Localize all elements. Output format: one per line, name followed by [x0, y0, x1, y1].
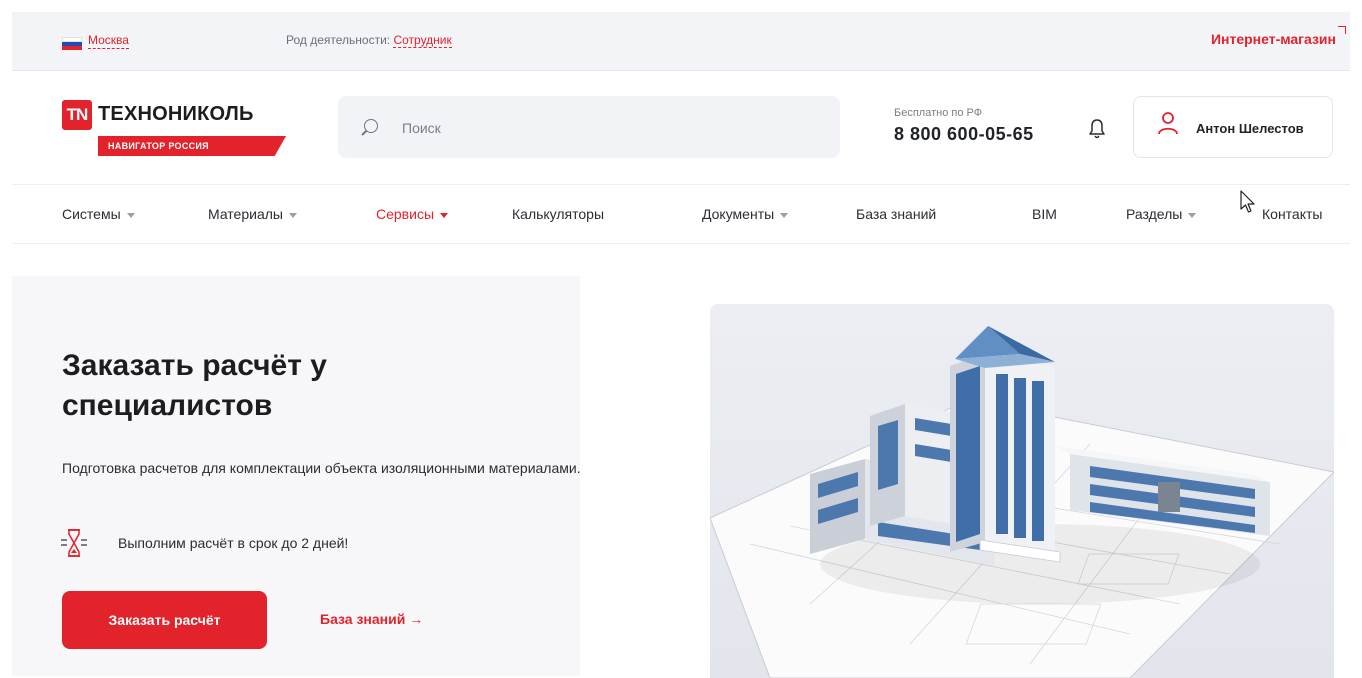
chevron-down-icon — [126, 212, 135, 218]
cursor-pointer-icon — [1240, 190, 1255, 213]
nav-item-knowledge-base[interactable]: База знаний — [856, 185, 936, 243]
chevron-down-icon — [1188, 212, 1197, 218]
chevron-down-icon — [780, 212, 789, 218]
activity-label: Род деятельности: — [286, 33, 391, 47]
hero-panel: Заказать расчёт у специалистов Подготовк… — [12, 276, 581, 676]
chevron-down-icon — [440, 212, 449, 218]
nav-item-contacts[interactable]: Контакты — [1262, 185, 1322, 243]
chevron-down-icon — [288, 212, 297, 218]
activity-selector[interactable]: Род деятельности: Сотрудник — [286, 33, 452, 48]
nav-item-materials[interactable]: Материалы — [208, 185, 297, 243]
hero-description: Подготовка расчетов для комплектации объ… — [62, 460, 581, 476]
nav-item-bim[interactable]: BIM — [1032, 185, 1057, 243]
search-box[interactable] — [338, 96, 840, 160]
nav-item-documents[interactable]: Документы — [702, 185, 789, 243]
building-illustration — [710, 326, 1334, 678]
nav-item-services[interactable]: Сервисы — [376, 185, 449, 243]
user-icon — [1158, 112, 1178, 135]
logo-mark: TN — [62, 100, 92, 130]
user-account-button[interactable]: Антон Шелестов — [1133, 96, 1333, 158]
logo-text: ТЕХНОНИКОЛЬ — [98, 103, 254, 125]
search-icon — [364, 119, 378, 133]
user-name: Антон Шелестов — [1196, 121, 1304, 136]
phone-caption: Бесплатно по РФ — [894, 107, 983, 119]
city-selector[interactable]: Москва — [88, 33, 129, 49]
online-shop-link[interactable]: Интернет-магазин — [1211, 31, 1336, 47]
order-calculation-button[interactable]: Заказать расчёт — [62, 591, 267, 649]
nav-item-sections[interactable]: Разделы — [1126, 185, 1197, 243]
external-arrow-icon — [1338, 26, 1346, 34]
logo-badge: НАВИГАТОР РОССИЯ — [98, 136, 286, 156]
flag-russia-icon — [62, 37, 82, 50]
hero-feature: Выполним расчёт в срок до 2 дней! — [118, 535, 349, 551]
top-bar: Москва Род деятельности: Сотрудник Интер… — [12, 12, 1350, 71]
hero-image — [710, 304, 1334, 678]
main-nav: Системы Материалы Сервисы Калькуляторы Д… — [12, 184, 1350, 244]
nav-item-systems[interactable]: Системы — [62, 185, 135, 243]
knowledge-base-link[interactable]: База знаний → — [320, 611, 423, 627]
hourglass-icon — [61, 529, 87, 557]
hero-title: Заказать расчёт у специалистов — [62, 349, 327, 422]
phone-number[interactable]: 8 800 600-05-65 — [894, 124, 1034, 145]
bell-icon[interactable] — [1088, 118, 1106, 140]
search-input[interactable] — [400, 96, 804, 160]
activity-value[interactable]: Сотрудник — [393, 33, 452, 48]
logo[interactable]: TN ТЕХНОНИКОЛЬ НАВИГАТОР РОССИЯ — [62, 98, 302, 162]
nav-item-calculators[interactable]: Калькуляторы — [512, 185, 604, 243]
